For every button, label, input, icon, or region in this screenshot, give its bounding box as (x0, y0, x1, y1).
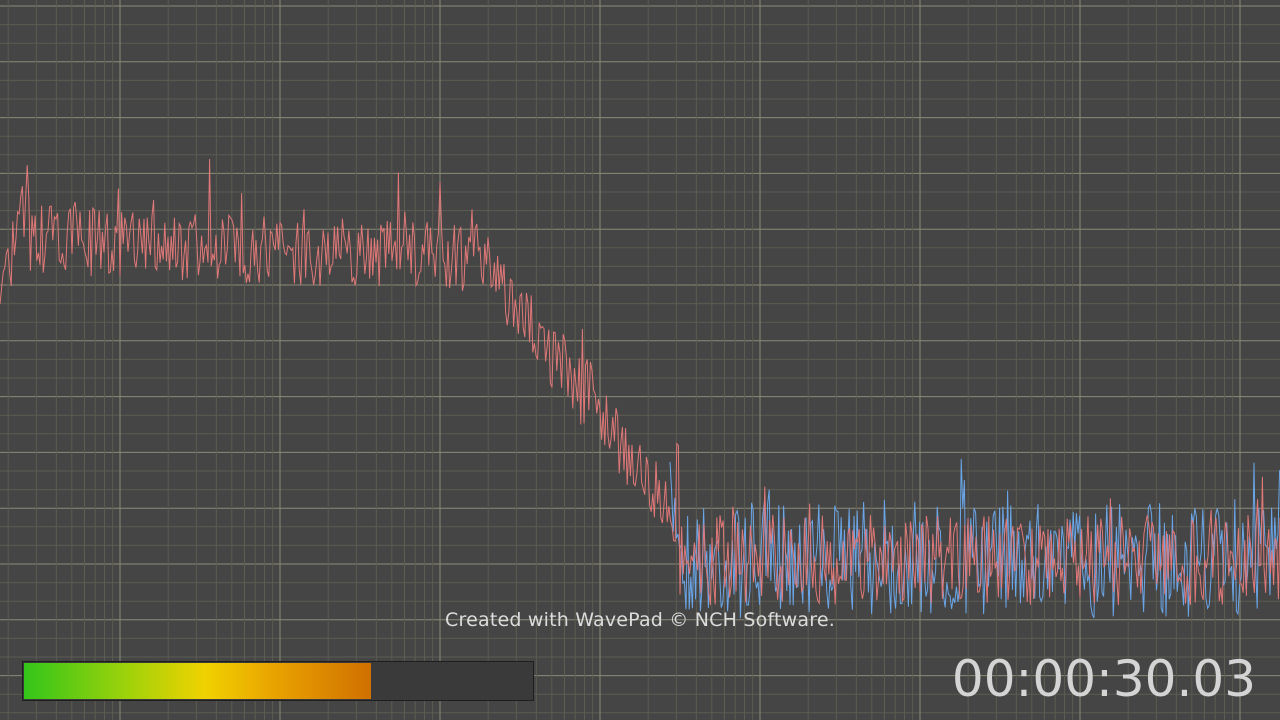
time-display: 00:00:30.03 (951, 650, 1256, 708)
level-meter-fill (24, 663, 371, 699)
watermark-text: Created with WavePad © NCH Software. (445, 609, 835, 631)
level-meter (22, 661, 534, 701)
spectrum-trace-left (0, 158, 1280, 606)
